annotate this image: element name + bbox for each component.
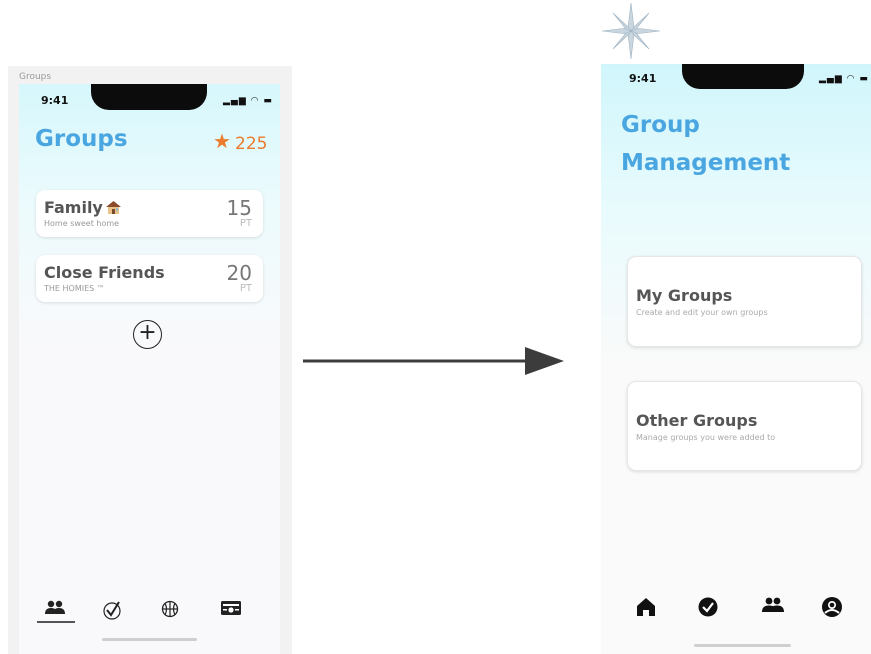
phone-notch [91,84,207,110]
group-points: 20 [226,261,252,285]
my-groups-card[interactable]: My Groups Create and edit your own group… [627,256,862,347]
check-icon [103,601,121,620]
groups-screen: 9:41 ▂▄▆ ◠ ▬ Groups ★ 225 Family Home sw… [19,84,280,654]
nav-tasks[interactable] [697,596,721,620]
nav-profile[interactable] [821,596,845,620]
group-subtitle: THE HOMIES ™ [44,284,105,293]
profile-icon [822,597,842,617]
group-card-family[interactable]: Family Home sweet home 15 PT [36,190,263,237]
photo-icon [221,601,241,615]
home-indicator [694,644,791,647]
star-icon: ★ [213,129,231,153]
flow-arrow [303,347,564,375]
artboard-label: Groups [19,72,52,82]
group-points: 15 [226,196,252,220]
option-subtitle: Create and edit your own groups [636,308,768,317]
active-tab-indicator [37,621,75,623]
page-title-line-1: Group [621,112,700,138]
status-time: 9:41 [41,94,69,107]
option-title: Other Groups [636,411,758,430]
option-subtitle: Manage groups you were added to [636,433,776,442]
option-title: My Groups [636,286,733,305]
status-icons: ▂▄▆ ◠ ▬ [819,74,869,84]
tab-groups[interactable] [41,600,69,622]
add-group-button[interactable]: + [133,320,162,349]
group-card-close-friends[interactable]: Close Friends THE HOMIES ™ 20 PT [36,255,263,302]
page-title: Groups [35,126,128,152]
phone-notch [682,64,804,89]
points-total: 225 [235,134,268,154]
page-title-line-2: Management [621,150,791,176]
home-icon [637,598,655,616]
group-name: Close Friends [44,263,165,282]
groups-icon [762,597,784,612]
group-subtitle: Home sweet home [44,219,120,228]
house-icon [105,199,121,214]
home-indicator [102,638,197,641]
check-circle-icon [698,597,718,617]
nav-home[interactable] [635,596,659,620]
group-name: Family [44,198,121,217]
tab-tasks[interactable] [98,600,126,622]
group-points-unit: PT [239,218,252,229]
nav-groups[interactable] [761,596,785,620]
status-time: 9:41 [629,72,657,85]
compass-logo-icon [601,2,661,60]
groups-icon [45,600,65,614]
tab-gallery[interactable] [217,600,245,622]
group-points-unit: PT [239,283,252,294]
other-groups-card[interactable]: Other Groups Manage groups you were adde… [627,381,862,471]
tab-activities[interactable] [156,600,184,622]
group-management-screen: 9:41 ▂▄▆ ◠ ▬ Group Management My Groups … [601,64,871,654]
basketball-icon [161,600,179,618]
status-icons: ▂▄▆ ◠ ▬ [223,96,273,106]
